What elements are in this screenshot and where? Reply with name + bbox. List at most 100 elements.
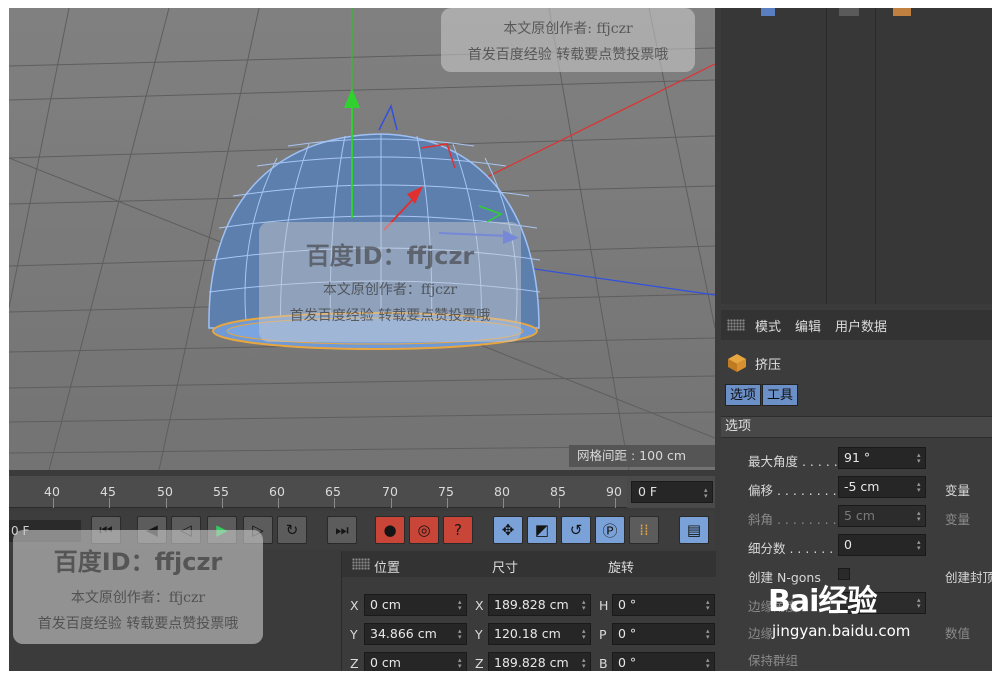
prev-frame-button[interactable]: ◁ (171, 516, 201, 544)
prop-label: 最大角度 . . . . . (748, 454, 838, 469)
go-to-end-button[interactable]: ⏭ (327, 516, 357, 544)
spinner-icon[interactable]: ▴ ▾ (458, 657, 463, 670)
menu-user-data[interactable]: 用户数据 (835, 316, 887, 335)
size-x-field[interactable]: 189.828 cm ▴ ▾ (488, 594, 591, 616)
attribute-tabs: 选项 工具 (725, 384, 799, 406)
coordinate-header: 位置 尺寸 旋转 (342, 551, 716, 577)
max-angle-field[interactable]: 91 ° ▴ ▾ (838, 447, 926, 469)
spinner-icon[interactable]: ▴ ▾ (582, 628, 587, 641)
subdivision-field[interactable]: 0 ▴ ▾ (838, 534, 926, 556)
rotation-h-field[interactable]: 0 ° ▴ ▾ (612, 594, 715, 616)
prev-key-button[interactable]: ◀ (137, 516, 167, 544)
spinner-icon[interactable]: ▴ ▾ (706, 657, 711, 670)
timeline[interactable]: 40 45 50 55 60 65 70 75 80 85 90 0 F ▴ ▾ (9, 476, 715, 508)
timeline-window-button[interactable]: ▤ (679, 516, 709, 544)
size-y-field[interactable]: 120.18 cm ▴ ▾ (488, 623, 591, 645)
tab-options[interactable]: 选项 (725, 384, 762, 406)
object-manager[interactable] (721, 8, 992, 304)
grip-icon[interactable] (352, 558, 370, 570)
film-icon: ▤ (686, 521, 702, 539)
record-position-button[interactable]: ✥ (493, 516, 523, 544)
loop-icon: ↻ (285, 521, 299, 539)
spinner-icon[interactable]: ▴ ▾ (704, 487, 709, 500)
visibility-icon[interactable] (839, 8, 859, 16)
material-manager (9, 551, 335, 671)
size-header: 尺寸 (492, 561, 519, 576)
go-to-start-button[interactable]: ⏮ (91, 516, 121, 544)
tick-label: 85 (550, 484, 566, 499)
bevel-variance-label: 变量 (945, 512, 971, 527)
axis-label: X (350, 598, 359, 613)
spinner-icon[interactable]: ▴ ▾ (706, 599, 711, 612)
grip-icon[interactable] (727, 319, 745, 331)
transport-bar: 0 F ⏮ ◀ ◁ ▶ ▷ ↻ ⏭ ● ◎ ? ✥ ◩ ↺ Ⓟ ⁞⁞ ▤ (9, 511, 715, 549)
prop-label: 细分数 . . . . . . (748, 541, 834, 556)
coord-row-x: X 0 cm ▴ ▾ X 189.828 cm ▴ ▾ H 0 ° ▴ ▾ (342, 593, 716, 619)
play-icon: ▶ (216, 521, 228, 539)
axis-label: Y (475, 627, 483, 642)
tag-icon[interactable] (893, 8, 911, 16)
keyframe-selection-button[interactable]: ? (443, 516, 473, 544)
loop-button[interactable]: ↻ (277, 516, 307, 544)
menu-edit[interactable]: 编辑 (795, 316, 821, 335)
3d-viewport[interactable]: 本文原创作者: ffjczr 首发百度经验 转载要点赞投票哦 百度ID：ffjc… (9, 8, 715, 470)
tab-tools[interactable]: 工具 (762, 384, 799, 406)
record-rotation-button[interactable]: ↺ (561, 516, 591, 544)
tick-label: 40 (44, 484, 60, 499)
spinner-icon[interactable]: ▴ ▾ (458, 599, 463, 612)
major-tick (334, 498, 335, 508)
axis-label: X (475, 598, 484, 613)
menu-mode[interactable]: 模式 (755, 316, 781, 335)
spinner-icon[interactable]: ▴ ▾ (582, 599, 587, 612)
major-tick (615, 498, 616, 508)
rotation-p-field[interactable]: 0 ° ▴ ▾ (612, 623, 715, 645)
object-title-row: 挤压 (727, 352, 781, 374)
rotation-header: 旋转 (608, 561, 635, 576)
spinner-icon[interactable]: ▴ ▾ (458, 628, 463, 641)
axis-label: Z (350, 656, 359, 671)
prop-label: 斜角 . . . . . . . . . (748, 512, 845, 527)
major-tick (391, 498, 392, 508)
size-z-field[interactable]: 189.828 cm ▴ ▾ (488, 652, 591, 671)
current-frame-field[interactable]: 0 F ▴ ▾ (631, 481, 713, 503)
tick-label: 90 (606, 484, 622, 499)
skip-back-icon: ⏮ (99, 521, 113, 539)
parameter-icon: Ⓟ (602, 521, 618, 540)
offset-field[interactable]: -5 cm ▴ ▾ (838, 476, 926, 498)
spinner-icon[interactable]: ▴ ▾ (582, 657, 587, 670)
move-icon: ✥ (501, 521, 515, 539)
rotate-icon: ↺ (569, 521, 583, 539)
major-tick (109, 498, 110, 508)
timeline-ruler[interactable]: 40 45 50 55 60 65 70 75 80 85 90 (9, 476, 627, 508)
autokey-button[interactable]: ◎ (409, 516, 439, 544)
record-point-level-button[interactable]: ⁞⁞ (629, 516, 659, 544)
tick-label: 45 (100, 484, 116, 499)
spinner-icon[interactable]: ▴ ▾ (917, 539, 922, 552)
axis-label: Y (350, 627, 358, 642)
record-parameter-button[interactable]: Ⓟ (595, 516, 625, 544)
prop-label: 偏移 . . . . . . . . . (748, 483, 845, 498)
major-tick (278, 498, 279, 508)
question-icon: ? (454, 521, 462, 539)
bevel-field: 5 cm ▴ ▾ (838, 505, 926, 527)
position-x-field[interactable]: 0 cm ▴ ▾ (364, 594, 467, 616)
spinner-icon[interactable]: ▴ ▾ (917, 481, 922, 494)
major-tick (222, 498, 223, 508)
record-active-button[interactable]: ● (375, 516, 405, 544)
tick-label: 70 (382, 484, 398, 499)
spinner-icon: ▴ ▾ (917, 509, 921, 523)
next-frame-button[interactable]: ▷ (243, 516, 273, 544)
spinner-icon[interactable]: ▴ ▾ (706, 628, 711, 641)
autokey-icon: ◎ (417, 521, 431, 539)
tick-label: 75 (438, 484, 454, 499)
spinner-icon[interactable]: ▴ ▾ (917, 452, 922, 465)
position-z-field[interactable]: 0 cm ▴ ▾ (364, 652, 467, 671)
layer-icon[interactable] (761, 8, 775, 16)
position-y-field[interactable]: 34.866 cm ▴ ▾ (364, 623, 467, 645)
offset-variance-label: 变量 (945, 483, 971, 498)
start-frame-field[interactable]: 0 F (9, 520, 81, 542)
record-scale-button[interactable]: ◩ (527, 516, 557, 544)
rotation-b-field[interactable]: 0 ° ▴ ▾ (612, 652, 715, 671)
play-button[interactable]: ▶ (207, 516, 237, 544)
tick-label: 50 (157, 484, 173, 499)
